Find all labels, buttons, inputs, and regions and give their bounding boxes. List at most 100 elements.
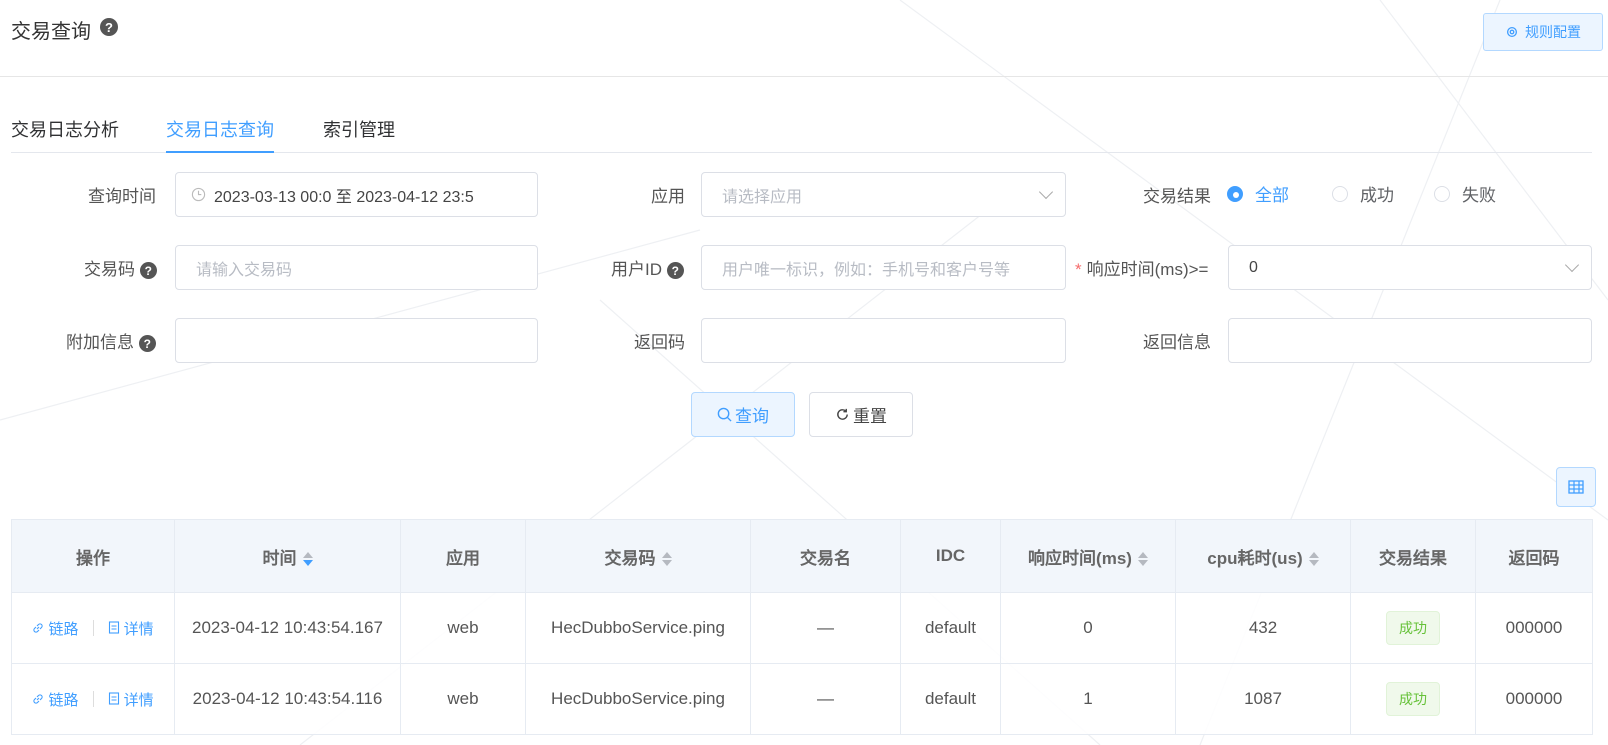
result-label: 交易结果 <box>1143 187 1211 206</box>
chevron-down-icon <box>1564 257 1580 273</box>
detail-label: 详情 <box>123 691 154 709</box>
app-cell: web <box>400 663 526 735</box>
radio-dot <box>1332 185 1348 202</box>
table-row: 链路 详情 2023-04-12 10:43:54.167 web HecDub… <box>11 592 1593 664</box>
col-header-code-label: 交易码 <box>604 548 656 568</box>
col-header-app: 应用 <box>400 519 526 593</box>
col-header-time-label: 时间 <box>262 548 297 568</box>
trace-link[interactable]: 链路 <box>32 689 79 710</box>
sort-icon[interactable] <box>302 552 313 567</box>
chevron-down-icon <box>1038 184 1054 200</box>
ret-cell: 000000 <box>1475 592 1593 664</box>
sort-icon[interactable] <box>661 552 672 567</box>
trace-link[interactable]: 链路 <box>32 618 79 639</box>
tab-log-query[interactable]: 交易日志查询 <box>166 116 274 153</box>
resp-cell: 1 <box>1000 663 1176 735</box>
radio-result-success[interactable]: 成功 <box>1332 181 1394 206</box>
resp-time-value: 0 <box>1249 258 1258 276</box>
sort-icon[interactable] <box>1308 552 1319 567</box>
txn-code-input[interactable]: 请输入交易码 <box>175 245 538 290</box>
cpu-cell: 432 <box>1175 592 1351 664</box>
resp-cell: 0 <box>1000 592 1176 664</box>
result-cell: 成功 <box>1350 663 1476 735</box>
op-cell: 链路 详情 <box>11 592 175 664</box>
table-header-row: 操作 时间 应用 交易码 交易名 IDC 响应时间(ms) cpu耗时(us) … <box>11 519 1593 593</box>
col-header-code[interactable]: 交易码 <box>525 519 751 593</box>
app-select[interactable]: 请选择应用 <box>701 172 1066 217</box>
app-label: 应用 <box>651 187 685 206</box>
radio-result-all[interactable]: 全部 <box>1227 181 1289 206</box>
col-header-time[interactable]: 时间 <box>174 519 401 593</box>
extra-info-label: 附加信息 ? <box>66 328 156 353</box>
detail-link[interactable]: 详情 <box>108 689 154 710</box>
code-cell: HecDubboService.ping <box>525 592 751 664</box>
radio-label: 失败 <box>1462 186 1496 205</box>
app-cell: web <box>400 592 526 664</box>
reset-button-label: 重置 <box>853 407 887 426</box>
link-icon <box>33 693 43 704</box>
radio-label: 全部 <box>1255 186 1289 205</box>
clock-icon <box>191 187 206 202</box>
tab-index-management[interactable]: 索引管理 <box>323 116 395 153</box>
user-id-label-text: 用户ID <box>611 260 662 279</box>
query-time-label: 查询时间 <box>88 187 156 206</box>
refresh-icon <box>837 408 848 420</box>
col-header-operation: 操作 <box>11 519 175 593</box>
resp-time-label: * 响应时间(ms)>= <box>1075 255 1208 280</box>
user-id-input[interactable]: 用户唯一标识，例如：手机号和客户号等 <box>701 245 1066 290</box>
column-settings-button[interactable] <box>1556 467 1596 507</box>
resp-time-select[interactable]: 0 <box>1228 245 1592 290</box>
time-cell: 2023-04-12 10:43:54.167 <box>174 592 401 664</box>
table-icon <box>1568 480 1584 494</box>
return-code-input[interactable] <box>701 318 1066 363</box>
sort-icon[interactable] <box>1137 552 1148 567</box>
col-header-ret: 返回码 <box>1475 519 1593 593</box>
page-title: 交易查询 <box>11 21 91 43</box>
gear-icon <box>1506 26 1518 38</box>
transaction-table: 操作 时间 应用 交易码 交易名 IDC 响应时间(ms) cpu耗时(us) … <box>11 519 1593 735</box>
col-header-resp[interactable]: 响应时间(ms) <box>1000 519 1176 593</box>
rule-config-button[interactable]: 规则配置 <box>1483 13 1603 51</box>
status-badge: 成功 <box>1386 611 1440 645</box>
search-icon <box>717 407 732 422</box>
col-header-result: 交易结果 <box>1350 519 1476 593</box>
table-row: 链路 详情 2023-04-12 10:43:54.116 web HecDub… <box>11 663 1593 735</box>
radio-result-fail[interactable]: 失败 <box>1434 181 1496 206</box>
user-id-label: 用户ID ? <box>611 255 684 280</box>
cpu-cell: 1087 <box>1175 663 1351 735</box>
detail-link[interactable]: 详情 <box>108 618 154 639</box>
query-button[interactable]: 查询 <box>691 392 795 437</box>
reset-button[interactable]: 重置 <box>809 392 913 437</box>
status-badge: 成功 <box>1386 682 1440 716</box>
help-icon[interactable]: ? <box>100 18 118 36</box>
trace-label: 链路 <box>48 691 79 709</box>
radio-dot <box>1434 185 1450 202</box>
name-cell: — <box>750 663 901 735</box>
rule-config-label: 规则配置 <box>1525 24 1581 40</box>
return-info-input[interactable] <box>1228 318 1592 363</box>
col-header-resp-label: 响应时间(ms) <box>1028 548 1132 568</box>
radio-label: 成功 <box>1360 186 1394 205</box>
help-icon[interactable]: ? <box>138 335 156 353</box>
extra-info-input[interactable] <box>175 318 538 363</box>
code-cell: HecDubboService.ping <box>525 663 751 735</box>
name-cell: — <box>750 592 901 664</box>
detail-label: 详情 <box>123 620 154 638</box>
tab-bar: 交易日志分析 交易日志查询 索引管理 <box>11 112 1592 153</box>
col-header-cpu[interactable]: cpu耗时(us) <box>1175 519 1351 593</box>
idc-cell: default <box>900 592 1001 664</box>
help-icon[interactable]: ? <box>139 262 157 280</box>
resp-time-label-text: 响应时间(ms)>= <box>1086 260 1209 279</box>
ret-cell: 000000 <box>1475 663 1593 735</box>
col-header-name: 交易名 <box>750 519 901 593</box>
trace-label: 链路 <box>48 620 79 638</box>
return-info-label: 返回信息 <box>1143 333 1211 352</box>
link-icon <box>33 622 43 633</box>
query-time-picker[interactable]: 2023-03-13 00:0 至 2023-04-12 23:5 <box>175 172 538 217</box>
result-cell: 成功 <box>1350 592 1476 664</box>
help-icon[interactable]: ? <box>666 262 684 280</box>
tab-log-analysis[interactable]: 交易日志分析 <box>11 116 119 153</box>
col-header-cpu-label: cpu耗时(us) <box>1207 548 1303 568</box>
document-icon <box>108 691 119 705</box>
extra-info-label-text: 附加信息 <box>66 333 134 352</box>
